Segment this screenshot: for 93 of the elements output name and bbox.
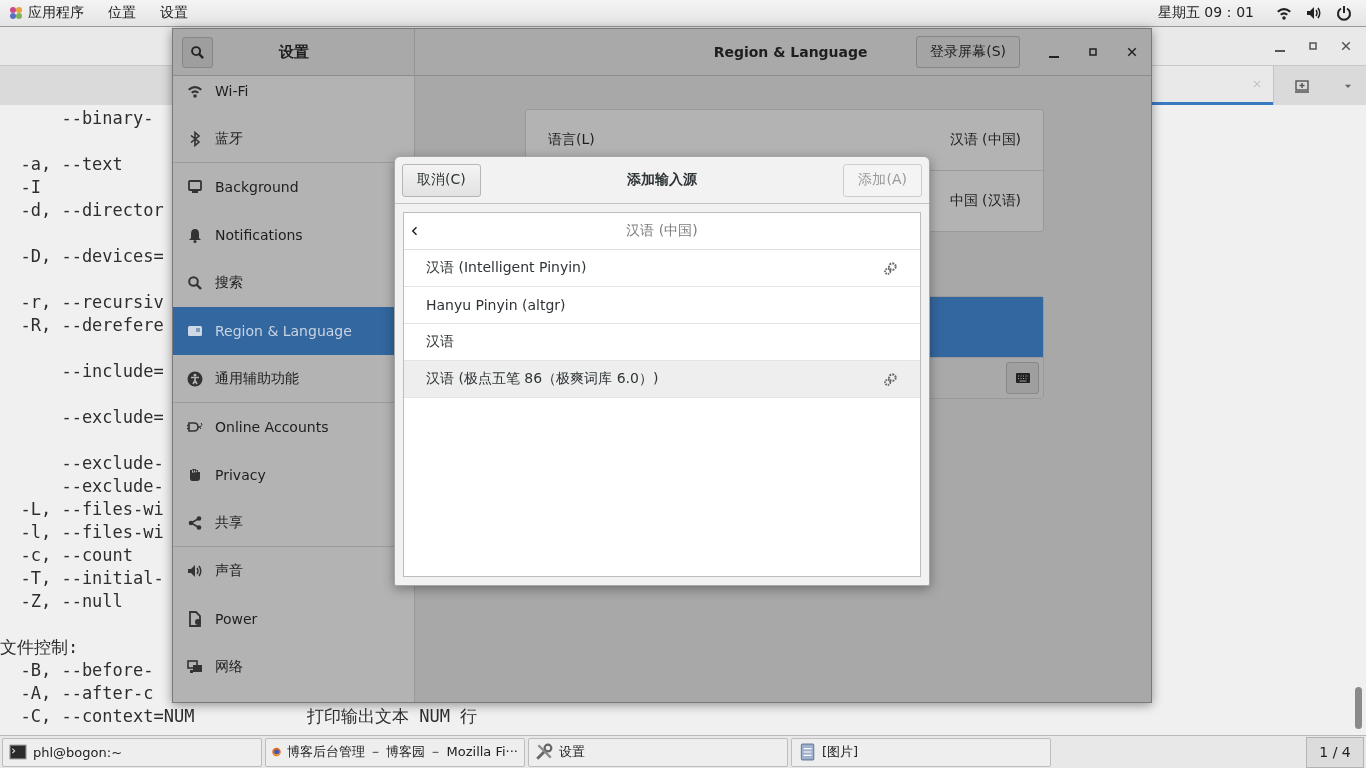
keyboard-button[interactable] <box>1006 362 1039 394</box>
maximize-icon <box>1086 46 1099 58</box>
taskbar-item[interactable]: [图片] <box>791 737 1051 767</box>
close-icon <box>1125 46 1138 58</box>
speaker-icon <box>1306 5 1322 21</box>
clock[interactable]: 星期五 09：01 <box>1157 4 1254 22</box>
taskbar-item[interactable]: phl@bogon:~ <box>2 737 262 767</box>
option-name: --exclude- <box>61 453 164 473</box>
sidebar-item[interactable]: 网络 <box>173 643 414 691</box>
close-tab-button[interactable] <box>1251 78 1263 90</box>
hand-icon <box>187 467 203 483</box>
input-source-item[interactable]: 汉语 (Intelligent Pinyin) <box>404 250 920 287</box>
wifi-icon <box>187 83 203 99</box>
close-icon <box>1339 40 1352 52</box>
maximize-icon <box>1306 40 1319 52</box>
power-icon <box>1336 5 1352 21</box>
short-option-text: -a, <box>20 154 52 174</box>
short-option-text: -l, <box>20 522 52 542</box>
setting-value[interactable]: 汉语 (中国) <box>949 131 1021 149</box>
option-name: --initial- <box>61 568 164 588</box>
region-icon <box>187 323 203 339</box>
wifi-icon <box>1276 5 1292 21</box>
menu-item[interactable]: 设置 <box>148 4 200 22</box>
scrollbar[interactable] <box>1355 687 1362 729</box>
option-description: 打印输出文本 NUM 行 <box>307 705 478 728</box>
minimize-icon <box>1274 50 1285 52</box>
terminal-icon <box>9 743 27 761</box>
option-name: --binary- <box>61 108 154 128</box>
keyboard-icon <box>1014 370 1031 386</box>
option-name: --exclude= <box>61 407 164 427</box>
option-name: --exclude- <box>61 476 164 496</box>
short-option-text: -D, <box>20 246 52 266</box>
short-option-text: -T, <box>20 568 52 588</box>
input-source-item[interactable]: 汉语 (极点五笔 86（极爽词库 6.0）) <box>404 361 920 398</box>
taskbar-item[interactable]: 博客后台管理 － 博客园 － Mozilla Fi··· <box>265 737 525 767</box>
network-icon <box>187 659 203 675</box>
input-source-item[interactable]: Hanyu Pinyin (altgr) <box>404 287 920 324</box>
close-icon <box>1251 78 1263 90</box>
option-name: --derefere <box>61 315 164 335</box>
tools-icon <box>535 743 553 761</box>
setting-label: 语言(L) <box>548 131 595 149</box>
option-name: --count <box>61 545 134 565</box>
option-name: --context=NUM <box>61 706 195 726</box>
short-option-text: -C, <box>20 706 52 726</box>
short-option-text: -I <box>20 177 41 197</box>
option-name: --text <box>61 154 123 174</box>
short-option-text: -R, <box>20 315 52 335</box>
short-option-text: -r, <box>20 292 52 312</box>
battery-icon <box>187 611 203 627</box>
short-option-text: -d, <box>20 200 52 220</box>
sidebar-item[interactable]: 蓝牙 <box>173 115 414 163</box>
plug-icon <box>187 419 203 435</box>
monitor-icon <box>187 179 203 195</box>
cancel-button[interactable]: 取消(C) <box>402 163 481 197</box>
sidebar-item[interactable]: Power <box>173 595 414 643</box>
apps-icon <box>8 5 24 21</box>
workspace-indicator[interactable]: 1 / 4 <box>1306 736 1364 768</box>
login-screen-button[interactable]: 登录屏幕(S) <box>916 36 1020 68</box>
document-icon <box>798 743 816 761</box>
sidebar-item[interactable]: Wi-Fi <box>173 76 414 115</box>
menu-item[interactable]: 位置 <box>96 4 148 22</box>
short-option-text: -B, <box>20 660 52 680</box>
short-option-text: -Z, <box>20 591 52 611</box>
short-option-text: -A, <box>20 683 52 703</box>
option-name: --null <box>61 591 123 611</box>
bell-icon <box>187 227 203 243</box>
option-name: --after-c <box>61 683 154 703</box>
short-option-text: -L, <box>20 499 52 519</box>
terminal-tab[interactable] <box>1152 66 1273 105</box>
accessibility-icon <box>187 371 203 387</box>
sidebar-title: 设置 <box>277 42 310 62</box>
minimize-icon <box>1048 56 1059 58</box>
new-tab-icon <box>1294 77 1310 94</box>
option-name: --devices= <box>61 246 164 266</box>
section-heading: 文件控制: <box>0 636 79 659</box>
option-name: --files-wi <box>61 522 164 542</box>
option-name: --recursiv <box>61 292 164 312</box>
option-name: --before- <box>61 660 154 680</box>
window-title: Region & Language <box>712 44 869 60</box>
search-button[interactable] <box>182 36 213 68</box>
search-icon <box>190 44 205 60</box>
share-icon <box>187 515 203 531</box>
list-header: 汉语 (中国) <box>625 222 699 240</box>
option-name: --director <box>61 200 164 220</box>
dialog-title: 添加输入源 <box>626 171 699 189</box>
option-name: --files-wi <box>61 499 164 519</box>
speaker-icon <box>187 563 203 579</box>
setting-value[interactable]: 中国 (汉语) <box>949 192 1021 210</box>
option-name: --include= <box>61 361 164 381</box>
menu-item[interactable]: 应用程序 <box>24 4 96 22</box>
search-icon <box>187 275 203 291</box>
short-option-text: -c, <box>20 545 52 565</box>
taskbar-item[interactable]: 设置 <box>528 737 788 767</box>
